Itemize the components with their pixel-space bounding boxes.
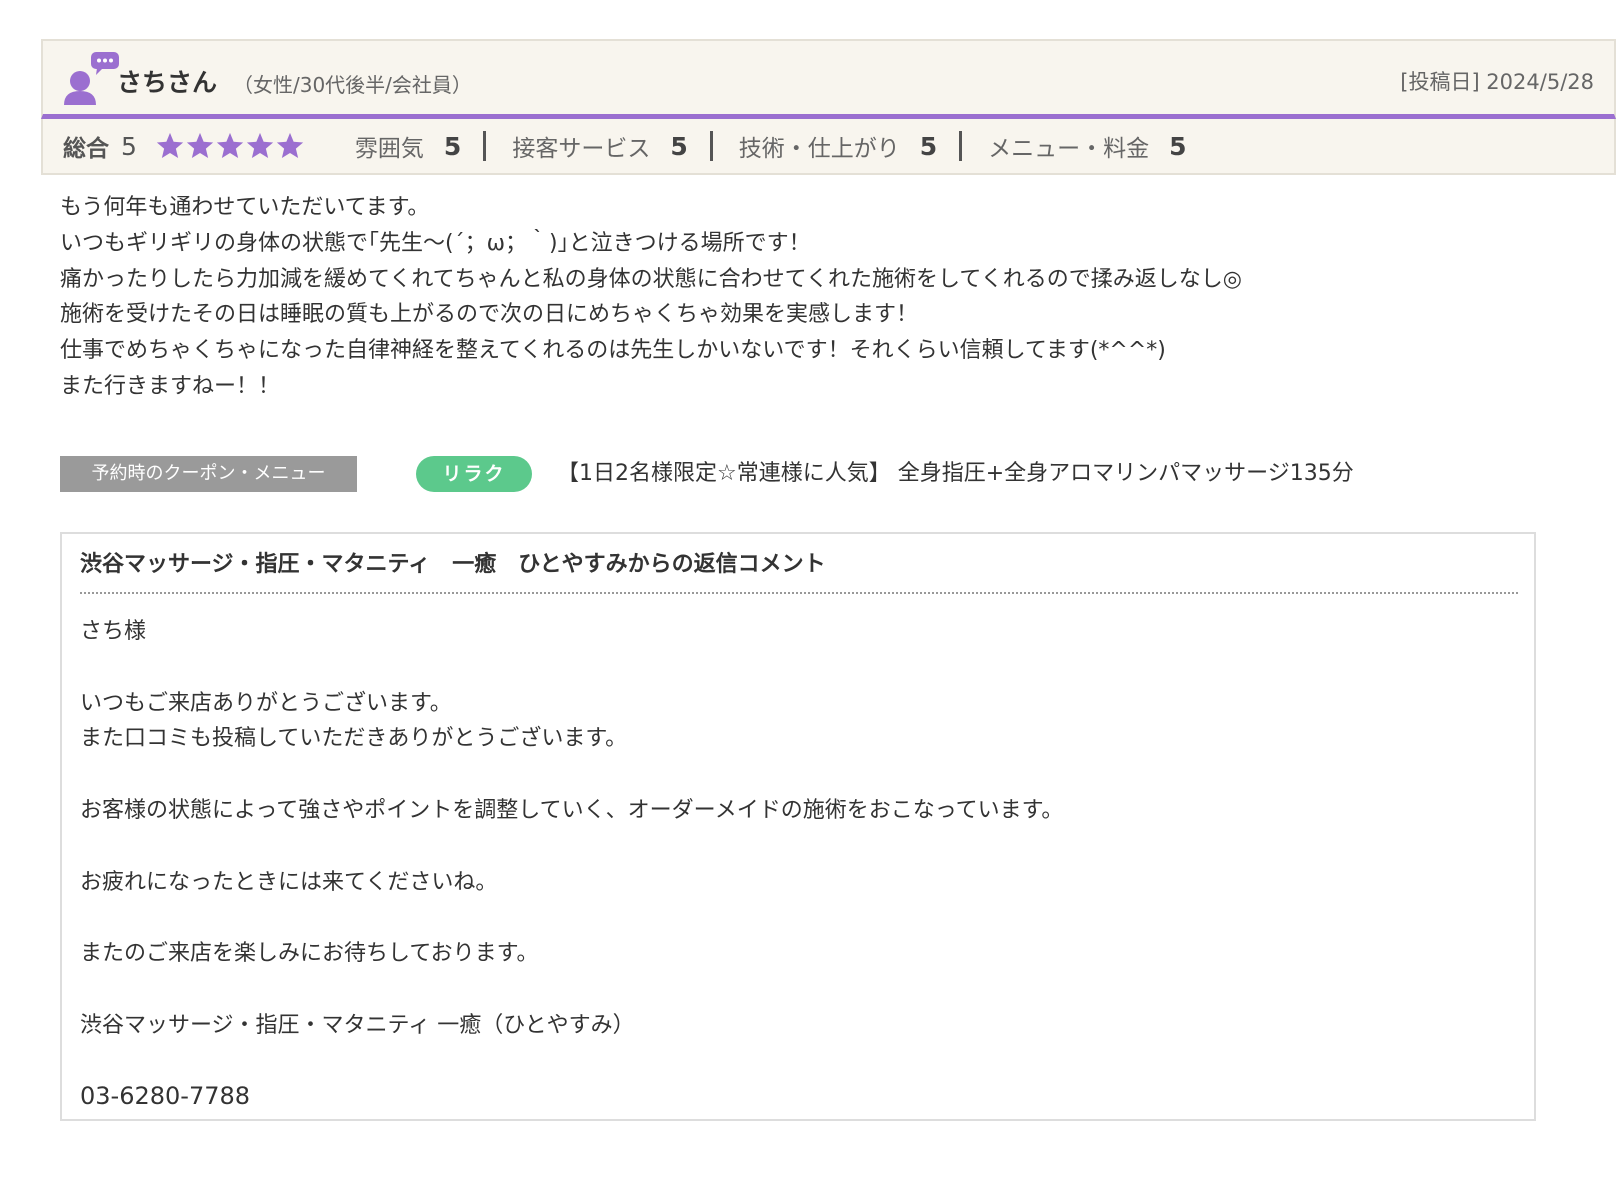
sub-rating-score: 5: [670, 131, 688, 161]
reply-text-line: [80, 972, 1500, 1008]
post-date: [投稿日] 2024/5/28: [1400, 70, 1594, 94]
reply-text-line: 渋谷マッサージ・指圧・マタニティ 一癒（ひとやすみ）: [80, 1012, 635, 1038]
review-text-line: 施術を受けたその日は睡眠の質も上がるので次の日にめちゃくちゃ効果を実感します！: [60, 302, 919, 328]
rating-divider: [959, 131, 963, 161]
rating-divider: [483, 131, 487, 161]
reply-text-line: お疲れになったときには来てくださいね。: [80, 869, 498, 895]
overall-rating-score: 5: [121, 131, 137, 161]
coupon-name: 【1日2名様限定☆常連様に人気】 全身指圧+全身アロマリンパマッサージ135分: [557, 461, 1354, 486]
review-text-line: 痛かったりしたら力加減を緩めてくれてちゃんと私の身体の状態に合わせてくれた施術を…: [60, 266, 1242, 292]
sub-rating: 接客サービス 5: [512, 129, 687, 163]
sub-rating-label: 雰囲気: [354, 136, 424, 162]
rating-divider: [709, 131, 713, 161]
reply-phone-number: 03-6280-7788: [80, 1082, 251, 1111]
review-header: さちさん （女性/30代後半/会社員） [投稿日] 2024/5/28: [41, 39, 1616, 119]
sub-rating-score: 5: [1169, 131, 1187, 161]
review-text-line: もう何年も通わせていただいてます。: [60, 195, 430, 220]
sub-rating: 技術・仕上がり 5: [739, 129, 937, 163]
reply-title: 渋谷マッサージ・指圧・マタニティ 一癒 ひとやすみからの返信コメント: [80, 546, 1518, 594]
coupon-row: 予約時のクーポン・メニュー リラク 【1日2名様限定☆常連様に人気】 全身指圧+…: [60, 456, 1600, 492]
sub-rating: 雰囲気 5: [355, 129, 461, 163]
sub-rating-score: 5: [443, 131, 462, 161]
coupon-label: 予約時のクーポン・メニュー: [60, 456, 357, 492]
reply-text-line: [80, 1044, 1500, 1080]
sub-rating-label: メニュー・料金: [988, 136, 1150, 162]
star-icon: [246, 132, 274, 158]
star-icon: [186, 132, 214, 158]
reviewer-attributes: （女性/30代後半/会社員）: [233, 73, 472, 97]
reviewer-name: さちさん: [117, 68, 218, 97]
sub-rating: メニュー・料金 5: [988, 129, 1186, 163]
review-text-line: いつもギリギリの身体の状態で｢先生〜(´；ω；｀)｣と泣きつける場所です！: [60, 230, 811, 256]
sub-ratings: 雰囲気 5 接客サービス 5 技術・仕上がり 5 メニュー・料金 5: [355, 129, 1187, 163]
sub-rating-label: 接客サービス: [512, 136, 651, 162]
star-rating: [155, 131, 305, 161]
reply-text-line: [80, 650, 1500, 686]
review-text-line: また行きますねー！！: [60, 373, 281, 399]
star-icon: [276, 132, 304, 158]
reviewer-avatar-icon: [64, 52, 119, 105]
reply-text-line: お客様の状態によって強さやポイントを調整していく、オーダーメイドの施術をおこなっ…: [80, 797, 1064, 823]
overall-rating-label: 総合: [63, 136, 109, 162]
sub-rating-label: 技術・仕上がり: [738, 136, 900, 162]
rating-bar: 総合 5 雰囲気 5 接客サービス 5 技術・仕上がり 5 メニュー・料金 5: [41, 119, 1616, 175]
reply-text-line: [80, 757, 1500, 793]
sub-rating-score: 5: [919, 131, 938, 161]
reply-text-line: さち様: [80, 619, 147, 644]
reply-text-line: いつもご来店ありがとうございます。: [80, 690, 452, 716]
reply-text: さち様いつもご来店ありがとうございます。また口コミも投稿していただきありがとうご…: [80, 614, 1500, 1115]
review-card: さちさん （女性/30代後半/会社員） [投稿日] 2024/5/28 総合 5…: [41, 39, 1616, 175]
reply-text-line: また口コミも投稿していただきありがとうございます。: [80, 726, 628, 752]
category-badge: リラク: [416, 456, 532, 492]
review-text-line: 仕事でめちゃくちゃになった自律神経を整えてくれるのは先生しかいないです！それくら…: [60, 338, 1166, 364]
star-icon: [216, 132, 244, 158]
reply-text-line: [80, 829, 1500, 865]
shop-reply-box: 渋谷マッサージ・指圧・マタニティ 一癒 ひとやすみからの返信コメント さち様いつ…: [60, 532, 1536, 1121]
star-icon: [156, 132, 184, 158]
review-text: もう何年も通わせていただいてます。いつもギリギリの身体の状態で｢先生〜(´；ω；…: [60, 190, 1560, 405]
reply-text-line: またのご来店を楽しみにお待ちしております。: [80, 941, 539, 967]
reply-text-line: [80, 900, 1500, 936]
